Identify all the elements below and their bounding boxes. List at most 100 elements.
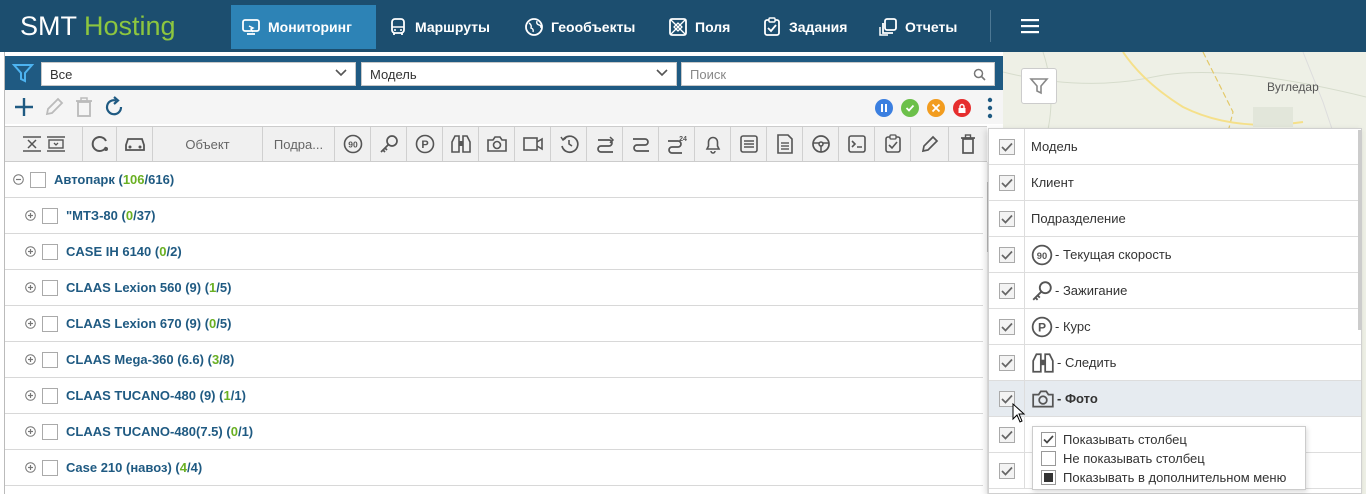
column-follow[interactable]: [443, 127, 479, 161]
column-delete[interactable]: [949, 127, 987, 161]
column-division[interactable]: Подра...: [263, 127, 335, 161]
column-status[interactable]: [83, 127, 117, 161]
search-input[interactable]: Поиск: [681, 62, 995, 86]
column-alerts[interactable]: [695, 127, 731, 161]
column-vehicle[interactable]: [117, 127, 153, 161]
filter-icon[interactable]: [11, 63, 35, 86]
column-menu-item[interactable]: P - Курс: [989, 308, 1361, 345]
submenu-show-column[interactable]: Показывать столбец: [1041, 430, 1187, 449]
menu-checkbox[interactable]: [998, 246, 1015, 263]
expand-icon[interactable]: [25, 426, 36, 437]
menu-checkbox[interactable]: [998, 138, 1015, 155]
column-speed[interactable]: 90: [335, 127, 371, 161]
tree-group-row[interactable]: Case 210 (навоз) (4/4): [5, 450, 983, 486]
nav-geoobjects[interactable]: Геообъекты: [514, 5, 647, 49]
row-checkbox[interactable]: [42, 243, 58, 260]
more-vertical-icon[interactable]: [987, 97, 993, 119]
column-menu-item[interactable]: Модель: [989, 129, 1361, 165]
menu-checkbox[interactable]: [998, 354, 1015, 371]
row-checkbox[interactable]: [30, 171, 46, 188]
column-track[interactable]: [623, 127, 659, 161]
expand-collapse-column[interactable]: [5, 127, 83, 161]
nav-fields[interactable]: Поля: [658, 5, 742, 49]
model-select[interactable]: Модель: [361, 62, 677, 86]
row-checkbox[interactable]: [42, 279, 58, 296]
column-edit[interactable]: [911, 127, 949, 161]
tree-group-row[interactable]: CLAAS Lexion 560 (9) (1/5): [5, 270, 983, 306]
nav-routes[interactable]: Маршруты: [378, 5, 502, 49]
column-notes[interactable]: [731, 127, 767, 161]
group-name: CLAAS TUCANO-480 (9): [66, 388, 216, 403]
column-tasks[interactable]: [875, 127, 911, 161]
row-checkbox[interactable]: [42, 423, 58, 440]
column-video[interactable]: [515, 127, 551, 161]
ok-status-icon[interactable]: [901, 99, 919, 117]
row-checkbox[interactable]: [42, 351, 58, 368]
submenu-checkbox[interactable]: [1041, 470, 1056, 485]
edit-icon[interactable]: [43, 96, 65, 118]
collapse-icon[interactable]: [13, 174, 24, 185]
expand-icon[interactable]: [25, 318, 36, 329]
app-logo[interactable]: SMT Hosting: [20, 11, 176, 42]
tree-group-row[interactable]: CASE IH 6140 (0/2): [5, 234, 983, 270]
row-checkbox[interactable]: [42, 315, 58, 332]
add-icon[interactable]: [13, 96, 35, 118]
menu-checkbox[interactable]: [998, 318, 1015, 335]
expand-icon[interactable]: [25, 246, 36, 257]
map-filter-button[interactable]: [1021, 68, 1057, 104]
refresh-icon[interactable]: [103, 96, 125, 118]
expand-icon[interactable]: [25, 462, 36, 473]
column-history[interactable]: [551, 127, 587, 161]
row-checkbox[interactable]: [42, 207, 58, 224]
menu-scrollbar[interactable]: [1358, 130, 1362, 330]
row-checkbox[interactable]: [42, 459, 58, 476]
tree-group-row[interactable]: CLAAS Lexion 670 (9) (0/5): [5, 306, 983, 342]
column-object[interactable]: Объект: [153, 127, 263, 161]
column-driver[interactable]: [803, 127, 839, 161]
hamburger-icon[interactable]: [1020, 17, 1040, 38]
menu-checkbox[interactable]: [998, 174, 1015, 191]
lock-status-icon[interactable]: [953, 99, 971, 117]
check-icon: [1000, 142, 1013, 152]
column-menu-item[interactable]: - Следить: [989, 344, 1361, 381]
camera-icon: [1032, 389, 1054, 408]
column-photo[interactable]: [479, 127, 515, 161]
pause-status-icon[interactable]: [875, 99, 893, 117]
menu-item-label: - Следить: [1057, 355, 1117, 370]
column-terminal[interactable]: [839, 127, 875, 161]
column-track-24h[interactable]: 24: [659, 127, 695, 161]
submenu-checkbox[interactable]: [1041, 432, 1056, 447]
tree-root-row[interactable]: Автопарк (106/616): [5, 162, 983, 198]
nav-tasks[interactable]: Задания: [752, 5, 859, 49]
tree-group-row[interactable]: CLAAS Mega-360 (6.6) (3/8): [5, 342, 983, 378]
column-course[interactable]: P: [407, 127, 443, 161]
column-menu-item[interactable]: Клиент: [989, 164, 1361, 201]
tree-group-row[interactable]: CLAAS TUCANO-480(7.5) (0/1): [5, 414, 983, 450]
tree-group-row[interactable]: CLAAS TUCANO-480 (9) (1/1): [5, 378, 983, 414]
group-select[interactable]: Все: [41, 62, 356, 86]
column-menu-item[interactable]: - Зажигание: [989, 272, 1361, 309]
column-route[interactable]: [587, 127, 623, 161]
menu-checkbox[interactable]: [998, 462, 1015, 479]
submenu-checkbox[interactable]: [1041, 451, 1056, 466]
column-ignition[interactable]: [371, 127, 407, 161]
column-document[interactable]: [767, 127, 803, 161]
expand-icon[interactable]: [25, 354, 36, 365]
tree-group-row[interactable]: "МТЗ-80 (0/37): [5, 198, 983, 234]
column-menu-item[interactable]: - Фото: [989, 380, 1361, 417]
submenu-show-in-extra-menu[interactable]: Показывать в дополнительном меню: [1041, 468, 1286, 487]
nav-reports[interactable]: Отчеты: [868, 5, 969, 49]
menu-checkbox[interactable]: [998, 210, 1015, 227]
submenu-hide-column[interactable]: Не показывать столбец: [1041, 449, 1205, 468]
service-status-icon[interactable]: [927, 99, 945, 117]
expand-icon[interactable]: [25, 282, 36, 293]
expand-icon[interactable]: [25, 390, 36, 401]
menu-checkbox[interactable]: [998, 426, 1015, 443]
expand-icon[interactable]: [25, 210, 36, 221]
column-menu-item[interactable]: 90 - Текущая скорость: [989, 236, 1361, 273]
column-menu-item[interactable]: Подразделение: [989, 200, 1361, 237]
menu-checkbox[interactable]: [998, 282, 1015, 299]
row-checkbox[interactable]: [42, 387, 58, 404]
nav-monitoring[interactable]: Мониторинг: [231, 5, 376, 49]
delete-icon[interactable]: [73, 96, 95, 118]
